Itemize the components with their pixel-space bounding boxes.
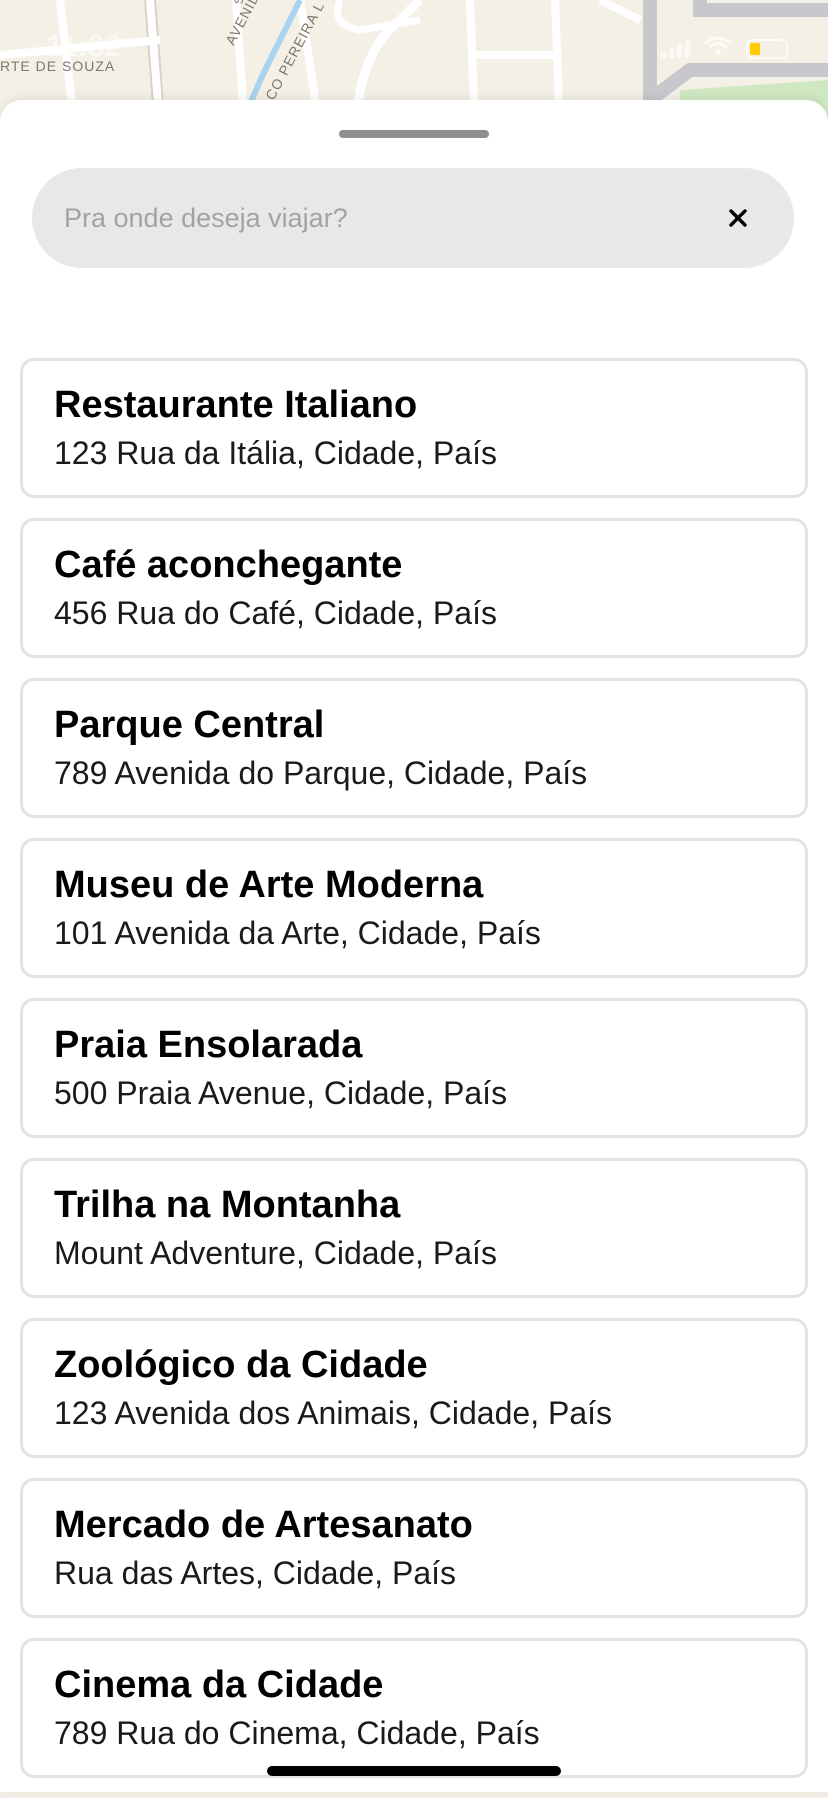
battery-icon — [746, 38, 788, 59]
close-icon[interactable] — [718, 198, 758, 238]
place-name: Café aconchegante — [54, 544, 403, 586]
place-card[interactable]: Mercado de Artesanato Rua das Artes, Cida… — [20, 1478, 808, 1618]
place-address: Mount Adventure, Cidade, País — [54, 1235, 497, 1271]
place-card[interactable]: Parque Central 789 Avenida do Parque, Cid… — [20, 678, 808, 818]
place-card[interactable]: Praia Ensolarada 500 Praia Avenue, Cidade… — [20, 998, 808, 1138]
place-address: 500 Praia Avenue, Cidade, País — [54, 1075, 508, 1111]
sheet-grabber-handle[interactable] — [339, 130, 489, 138]
place-card[interactable]: Café aconchegante 456 Rua do Café, Cidade… — [20, 518, 808, 658]
place-address: 789 Avenida do Parque, Cidade, País — [54, 755, 588, 791]
home-indicator[interactable] — [267, 1766, 561, 1776]
place-address: 789 Rua do Cinema, Cidade, País — [54, 1715, 540, 1751]
place-card[interactable]: Zoológico da Cidade 123 Avenida dos Anima… — [20, 1318, 808, 1458]
place-name: Cinema da Cidade — [54, 1664, 384, 1706]
place-name: Museu de Arte Moderna — [54, 864, 484, 906]
wifi-icon — [704, 36, 732, 61]
place-address: 123 Avenida dos Animais, Cidade, País — [54, 1395, 612, 1431]
place-card[interactable]: Cinema da Cidade 789 Rua do Cinema, Cidad… — [20, 1638, 808, 1778]
status-bar: 11:32 — [0, 0, 828, 100]
place-address: 123 Rua da Itália, Cidade, País — [54, 435, 497, 471]
place-list: Restaurante Italiano 123 Rua da Itália, C… — [20, 358, 808, 1798]
place-card[interactable]: Trilha na Montanha Mount Adventure, Cidad… — [20, 1158, 808, 1298]
place-name: Zoológico da Cidade — [54, 1344, 428, 1386]
place-name: Restaurante Italiano — [54, 384, 418, 426]
place-card[interactable]: Restaurante Italiano 123 Rua da Itália, C… — [20, 358, 808, 498]
bottom-sheet: Restaurante Italiano 123 Rua da Itália, C… — [0, 100, 828, 1792]
search-input[interactable] — [62, 201, 718, 235]
search-bar — [32, 168, 794, 268]
status-icons — [661, 36, 788, 61]
status-time: 11:32 — [46, 30, 122, 63]
battery-level — [750, 42, 760, 55]
place-address: 456 Rua do Café, Cidade, País — [54, 595, 497, 631]
place-address: Rua das Artes, Cidade, País — [54, 1555, 456, 1591]
place-address: 101 Avenida da Arte, Cidade, País — [54, 915, 541, 951]
place-card[interactable]: Museu de Arte Moderna 101 Avenida da Arte… — [20, 838, 808, 978]
cellular-signal-icon — [661, 39, 690, 58]
place-name: Parque Central — [54, 704, 325, 746]
place-name: Mercado de Artesanato — [54, 1504, 473, 1546]
place-name: Trilha na Montanha — [54, 1184, 401, 1226]
place-name: Praia Ensolarada — [54, 1024, 363, 1066]
